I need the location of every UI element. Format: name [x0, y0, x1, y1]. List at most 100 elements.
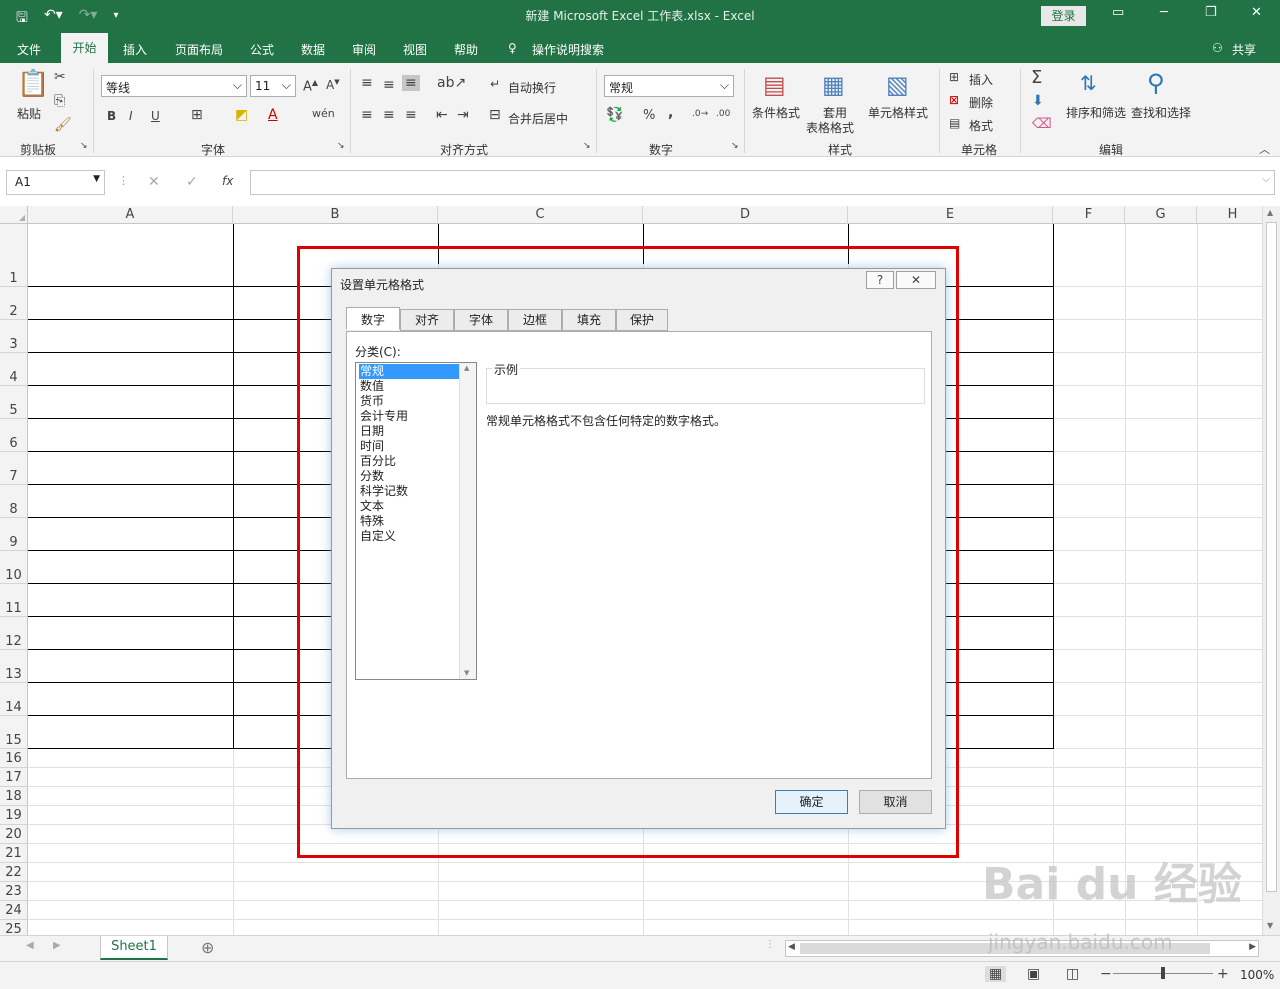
column-header[interactable]: C	[438, 206, 643, 224]
bold-button[interactable]: B	[107, 109, 116, 123]
row-header[interactable]: 18	[0, 787, 28, 806]
align-middle-icon[interactable]: ≡	[383, 77, 395, 93]
delete-cells-button[interactable]: 删除	[969, 94, 993, 111]
scroll-up-icon[interactable]: ▲	[1267, 208, 1273, 217]
tab-help[interactable]: 帮助	[454, 41, 478, 58]
insert-cells-icon[interactable]: ⊞	[949, 70, 959, 84]
align-center-icon[interactable]: ≡	[383, 107, 395, 123]
tab-border[interactable]: 边框	[508, 309, 562, 331]
insert-function-icon[interactable]: fx	[222, 174, 233, 188]
decrease-font-icon[interactable]: A▼	[326, 78, 340, 92]
phonetic-icon[interactable]: wén	[312, 107, 335, 120]
column-header[interactable]: F	[1053, 206, 1125, 224]
category-item[interactable]: 分数	[359, 469, 459, 484]
copy-icon[interactable]: ⎘	[54, 93, 65, 109]
sort-filter-button[interactable]: 排序和筛选	[1066, 104, 1126, 121]
row-header[interactable]: 12	[0, 617, 28, 650]
row-header[interactable]: 25	[0, 920, 28, 935]
row-header[interactable]: 22	[0, 863, 28, 882]
dialog-launcher-icon[interactable]: ↘	[337, 141, 345, 151]
tab-file[interactable]: 文件	[17, 41, 41, 58]
insert-cells-button[interactable]: 插入	[969, 71, 993, 88]
borders-icon[interactable]: ⊞	[191, 107, 203, 123]
find-select-icon[interactable]: ⚲	[1147, 69, 1165, 97]
tab-alignment[interactable]: 对齐	[400, 309, 454, 331]
tab-review[interactable]: 审阅	[352, 41, 376, 58]
ok-button[interactable]: 确定	[775, 790, 848, 814]
comma-button[interactable]: ,	[668, 105, 673, 121]
row-header[interactable]: 17	[0, 768, 28, 787]
tab-fill[interactable]: 填充	[562, 309, 616, 331]
dialog-launcher-icon[interactable]: ↘	[583, 141, 591, 151]
tab-home[interactable]: 开始	[61, 33, 108, 63]
row-header[interactable]: 15	[0, 716, 28, 749]
scrollbar-thumb[interactable]	[1266, 222, 1277, 892]
align-left-icon[interactable]: ≡	[361, 107, 373, 123]
tab-insert[interactable]: 插入	[123, 41, 147, 58]
help-button[interactable]: ?	[866, 271, 894, 289]
increase-font-icon[interactable]: A▲	[303, 78, 318, 94]
row-header[interactable]: 1	[0, 224, 28, 287]
delete-cells-icon[interactable]: ⊠	[949, 93, 959, 107]
row-header[interactable]: 13	[0, 650, 28, 683]
category-item[interactable]: 常规	[359, 364, 459, 379]
wrap-text-icon[interactable]: ↵	[490, 77, 500, 91]
dialog-launcher-icon[interactable]: ↘	[731, 141, 739, 151]
collapse-ribbon-icon[interactable]: ︿	[1259, 141, 1270, 157]
sort-filter-icon[interactable]: ⇅	[1080, 71, 1097, 95]
category-item[interactable]: 文本	[359, 499, 459, 514]
scroll-down-icon[interactable]: ▼	[464, 669, 469, 677]
login-button[interactable]: 登录	[1041, 6, 1086, 26]
orientation-icon[interactable]: ab↗	[437, 75, 466, 91]
scroll-right-icon[interactable]: ▶	[1249, 942, 1256, 952]
row-header[interactable]: 4	[0, 353, 28, 386]
dialog-close-button[interactable]: ✕	[896, 271, 936, 289]
column-header[interactable]: B	[233, 206, 438, 224]
zoom-slider-thumb[interactable]	[1161, 967, 1165, 979]
select-all-corner[interactable]: ◢	[0, 206, 28, 224]
cell-styles-icon[interactable]: ▧	[886, 71, 909, 99]
column-header[interactable]: A	[28, 206, 233, 224]
tab-formulas[interactable]: 公式	[250, 41, 274, 58]
row-header[interactable]: 11	[0, 584, 28, 617]
underline-button[interactable]: U	[151, 109, 160, 123]
formula-input[interactable]: ⌵	[250, 170, 1275, 195]
merge-center-button[interactable]: 合并后居中	[508, 110, 568, 127]
format-painter-icon[interactable]: 🖌	[54, 117, 72, 133]
font-name-combo[interactable]: 等线 ⌵	[101, 75, 247, 97]
tab-data[interactable]: 数据	[301, 41, 325, 58]
tell-me-search[interactable]: 操作说明搜索	[532, 41, 604, 58]
row-header[interactable]: 20	[0, 825, 28, 844]
scroll-up-icon[interactable]: ▲	[464, 364, 469, 372]
category-item[interactable]: 会计专用	[359, 409, 459, 424]
split-handle-icon[interactable]: ⋮	[765, 939, 775, 950]
decrease-indent-icon[interactable]: ⇤	[436, 107, 448, 123]
category-item[interactable]: 货币	[359, 394, 459, 409]
add-sheet-icon[interactable]: ⊕	[201, 938, 214, 957]
conditional-format-button[interactable]: 条件格式	[752, 104, 800, 121]
format-as-table-button-line2[interactable]: 表格格式	[806, 119, 854, 136]
next-sheet-icon[interactable]: ▶	[53, 940, 61, 951]
row-header[interactable]: 14	[0, 683, 28, 716]
decrease-decimal-icon[interactable]: .00	[716, 109, 730, 119]
page-break-view-icon[interactable]: ◫	[1066, 966, 1079, 982]
format-cells-icon[interactable]: ▤	[949, 116, 960, 130]
minimize-icon[interactable]: ─	[1160, 5, 1168, 20]
font-size-combo[interactable]: 11 ⌵	[250, 75, 296, 97]
zoom-level[interactable]: 100%	[1240, 968, 1274, 982]
fill-icon[interactable]: ⬇	[1032, 93, 1044, 109]
increase-decimal-icon[interactable]: .0→	[692, 109, 708, 119]
merge-center-icon[interactable]: ⊟	[489, 107, 501, 123]
format-as-table-icon[interactable]: ▦	[822, 71, 845, 99]
number-format-combo[interactable]: 常规 ⌵	[604, 75, 734, 97]
row-header[interactable]: 9	[0, 518, 28, 551]
category-item[interactable]: 日期	[359, 424, 459, 439]
tab-font[interactable]: 字体	[454, 309, 508, 331]
row-header[interactable]: 8	[0, 485, 28, 518]
category-item[interactable]: 自定义	[359, 529, 459, 544]
enter-entry-icon[interactable]: ✓	[186, 174, 198, 190]
find-select-button[interactable]: 查找和选择	[1131, 104, 1191, 121]
italic-button[interactable]: I	[129, 109, 133, 123]
normal-view-icon[interactable]: ▦	[985, 966, 1007, 982]
cancel-entry-icon[interactable]: ✕	[148, 174, 160, 190]
